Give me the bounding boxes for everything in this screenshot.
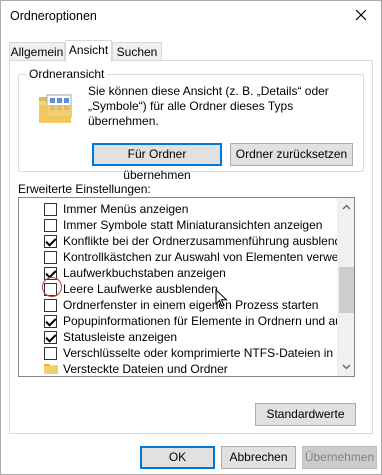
checkbox[interactable] bbox=[44, 219, 57, 232]
folder-view-description: Sie können diese Ansicht (z. B. „Details… bbox=[88, 84, 329, 128]
folder-icon bbox=[44, 364, 58, 374]
list-item[interactable]: Ordnerfenster in einem eigenen Prozess s… bbox=[19, 297, 338, 313]
list-item[interactable]: Leere Laufwerke ausblenden bbox=[19, 281, 338, 297]
title-bar[interactable]: Ordneroptionen bbox=[1, 1, 381, 31]
scroll-down-icon[interactable] bbox=[342, 362, 351, 371]
mouse-cursor-icon bbox=[215, 289, 228, 308]
advanced-settings-label: Erweiterte Einstellungen: bbox=[18, 182, 151, 196]
list-item[interactable]: Versteckte Dateien und Ordner bbox=[19, 361, 338, 376]
tab-general[interactable]: Allgemein bbox=[9, 42, 65, 61]
checkbox[interactable] bbox=[44, 235, 57, 248]
checkbox[interactable] bbox=[44, 299, 57, 312]
checkbox[interactable] bbox=[44, 203, 57, 216]
window-title: Ordneroptionen bbox=[10, 9, 97, 23]
list-item[interactable]: Laufwerkbuchstaben anzeigen bbox=[19, 265, 338, 281]
list-item-label: Popupinformationen für Elemente in Ordne… bbox=[63, 314, 338, 328]
folder-view-icon bbox=[39, 94, 72, 123]
list-item-label: Leere Laufwerke ausblenden bbox=[63, 282, 218, 296]
list-item[interactable]: Verschlüsselte oder komprimierte NTFS-Da… bbox=[19, 345, 338, 361]
list-item[interactable]: Statusleiste anzeigen bbox=[19, 329, 338, 345]
list-item-label: Versteckte Dateien und Ordner bbox=[63, 362, 228, 376]
scroll-up-icon[interactable] bbox=[342, 203, 351, 212]
checkbox[interactable] bbox=[44, 251, 57, 264]
list-item-label: Ordnerfenster in einem eigenen Prozess s… bbox=[63, 298, 319, 312]
list-item-label: Statusleiste anzeigen bbox=[63, 330, 178, 344]
list-item-label: Immer Menüs anzeigen bbox=[63, 202, 189, 216]
list-item-label: Konflikte bei der Ordnerzusammenführung … bbox=[63, 234, 338, 248]
reset-folders-button[interactable]: Ordner zurücksetzen bbox=[230, 143, 353, 166]
cancel-button[interactable]: Abbrechen bbox=[221, 446, 296, 469]
folder-options-dialog: Ordneroptionen Allgemein Ansicht Suchen … bbox=[0, 0, 382, 475]
vertical-scrollbar[interactable] bbox=[337, 198, 354, 376]
list-item[interactable]: Immer Symbole statt Miniaturansichten an… bbox=[19, 217, 338, 233]
ok-button[interactable]: OK bbox=[140, 446, 215, 469]
list-item[interactable]: Popupinformationen für Elemente in Ordne… bbox=[19, 313, 338, 329]
tab-search[interactable]: Suchen bbox=[112, 42, 162, 61]
checkbox[interactable] bbox=[44, 315, 57, 328]
list-item[interactable]: Konflikte bei der Ordnerzusammenführung … bbox=[19, 233, 338, 249]
tab-view[interactable]: Ansicht bbox=[65, 40, 112, 62]
advanced-settings-list[interactable]: Immer Menüs anzeigen Immer Symbole statt… bbox=[18, 197, 355, 377]
apply-button: Übernehmen bbox=[302, 446, 377, 469]
folder-view-legend: Ordneransicht bbox=[26, 67, 108, 81]
advanced-settings-items: Immer Menüs anzeigen Immer Symbole statt… bbox=[19, 198, 338, 376]
checkbox[interactable] bbox=[44, 347, 57, 360]
highlight-circle bbox=[42, 277, 62, 297]
list-item-label: Immer Symbole statt Miniaturansichten an… bbox=[63, 218, 323, 232]
scrollbar-thumb[interactable] bbox=[339, 267, 354, 313]
list-item-label: Kontrollkästchen zur Auswahl von Element… bbox=[63, 250, 338, 264]
close-icon[interactable] bbox=[353, 7, 369, 23]
restore-defaults-button[interactable]: Standardwerte bbox=[255, 403, 356, 426]
list-item[interactable]: Kontrollkästchen zur Auswahl von Element… bbox=[19, 249, 338, 265]
checkbox[interactable] bbox=[44, 331, 57, 344]
list-item[interactable]: Immer Menüs anzeigen bbox=[19, 201, 338, 217]
apply-to-folders-button[interactable]: Für Ordner übernehmen bbox=[92, 143, 222, 182]
list-item-label: Verschlüsselte oder komprimierte NTFS-Da… bbox=[63, 346, 338, 360]
list-item-label: Laufwerkbuchstaben anzeigen bbox=[63, 266, 226, 280]
